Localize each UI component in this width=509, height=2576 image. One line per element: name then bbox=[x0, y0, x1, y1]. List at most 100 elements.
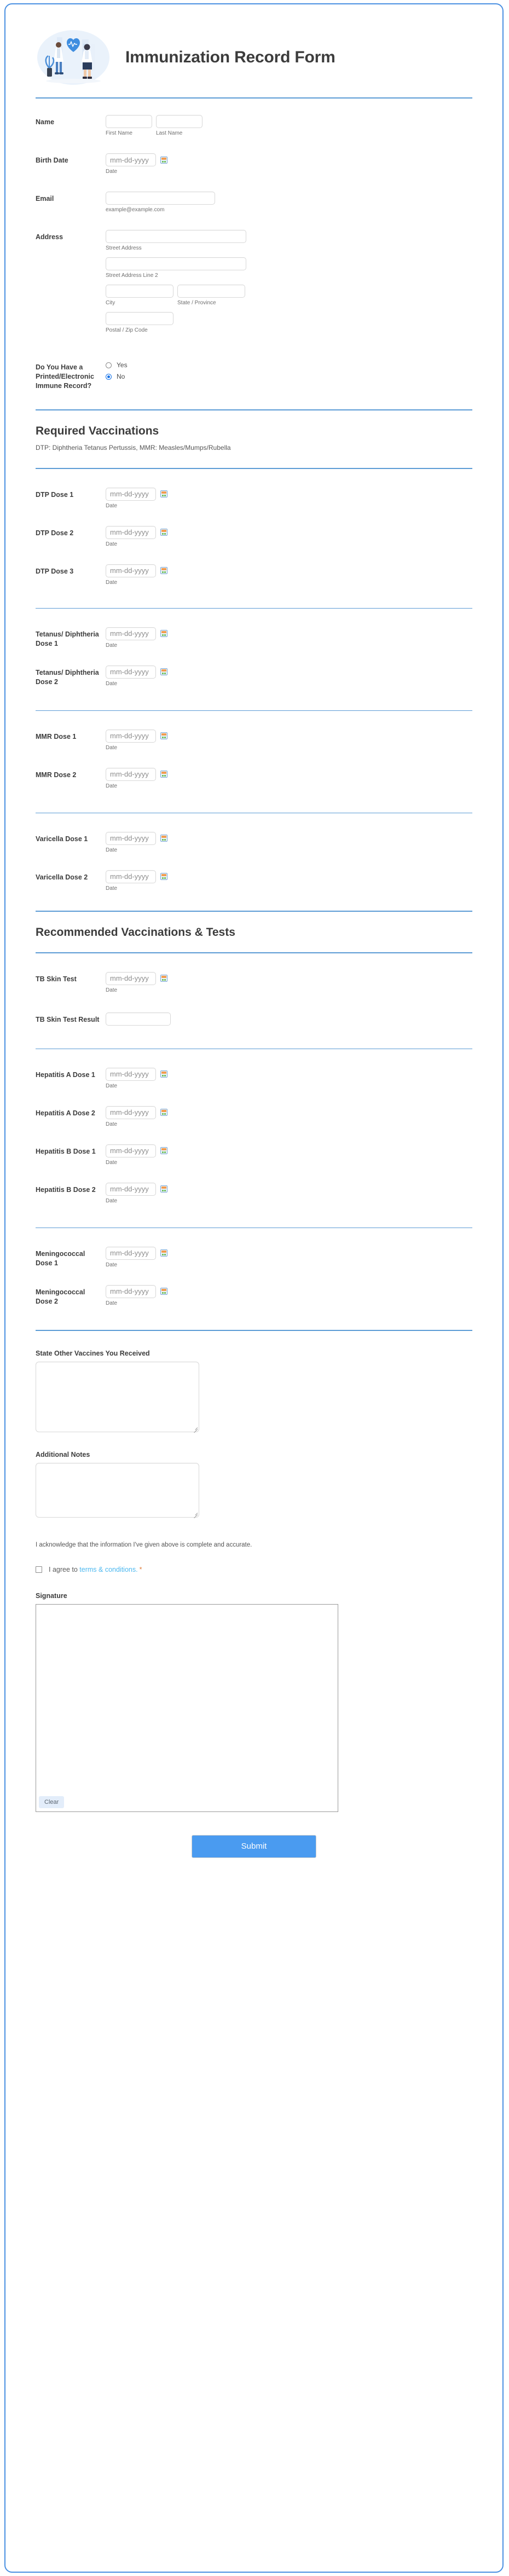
varicella-dose-2-wrap bbox=[106, 870, 502, 883]
label-birth-date: Birth Date bbox=[36, 157, 68, 164]
td-dose-1-input[interactable] bbox=[106, 627, 156, 640]
calendar-icon[interactable] bbox=[160, 668, 167, 676]
field-row-hep-a-dose-1: Hepatitis A Dose 1 Date bbox=[5, 1067, 502, 1090]
dtp-dose-2-input[interactable] bbox=[106, 525, 156, 539]
first-name-input[interactable] bbox=[106, 115, 152, 128]
calendar-icon[interactable] bbox=[160, 156, 167, 164]
radio-option-yes[interactable]: Yes bbox=[106, 361, 502, 369]
birth-date-input[interactable] bbox=[106, 153, 156, 166]
calendar-icon[interactable] bbox=[160, 1070, 167, 1078]
label-meningococcal-dose-1: Meningococcal Dose 1 bbox=[36, 1249, 85, 1267]
field-row-dtp-dose-2: DTP Dose 2 Date bbox=[5, 525, 502, 548]
radio-no-dot[interactable] bbox=[106, 373, 112, 380]
last-name-input[interactable] bbox=[156, 115, 203, 128]
field-row-dtp-dose-1: DTP Dose 1 Date bbox=[5, 487, 502, 510]
field-row-name: Name First Name Last Name bbox=[5, 115, 502, 137]
meningococcal-dose-2-group: Date bbox=[106, 1284, 502, 1307]
label-mmr-dose-2: MMR Dose 2 bbox=[36, 771, 77, 779]
city-group: City bbox=[106, 285, 173, 306]
submit-button[interactable]: Submit bbox=[192, 1834, 316, 1858]
field-row-hep-a-dose-2: Hepatitis A Dose 2 Date bbox=[5, 1105, 502, 1128]
address-group: Street Address Street Address Line 2 Cit… bbox=[106, 230, 502, 339]
signature-pad[interactable]: Clear bbox=[36, 1604, 338, 1812]
terms-checkbox[interactable] bbox=[36, 1566, 42, 1573]
radio-option-no[interactable]: No bbox=[106, 373, 502, 380]
hep-b-dose-2-input[interactable] bbox=[106, 1182, 156, 1196]
last-name-sublabel: Last Name bbox=[156, 130, 183, 136]
dtp-dose-1-input[interactable] bbox=[106, 487, 156, 501]
meningococcal-dose-2-wrap bbox=[106, 1284, 502, 1298]
terms-and-conditions-link[interactable]: terms & conditions. bbox=[79, 1566, 137, 1573]
tb-result-input[interactable] bbox=[106, 1012, 171, 1026]
street-address-2-input[interactable] bbox=[106, 257, 246, 270]
calendar-icon[interactable] bbox=[160, 529, 167, 536]
label-varicella-dose-2: Varicella Dose 2 bbox=[36, 873, 88, 881]
state-input[interactable] bbox=[177, 285, 245, 298]
required-asterisk: * bbox=[139, 1565, 142, 1573]
calendar-icon[interactable] bbox=[160, 975, 167, 982]
label-hep-b-dose-2: Hepatitis B Dose 2 bbox=[36, 1185, 96, 1194]
calendar-icon[interactable] bbox=[160, 1109, 167, 1116]
calendar-icon[interactable] bbox=[160, 771, 167, 778]
td-dose-2-wrap bbox=[106, 665, 502, 679]
calendar-icon[interactable] bbox=[160, 630, 167, 638]
hep-a-dose-1-input[interactable] bbox=[106, 1067, 156, 1081]
calendar-icon[interactable] bbox=[160, 567, 167, 575]
mmr-dose-1-wrap bbox=[106, 729, 502, 743]
hep-a-dose-2-input[interactable] bbox=[106, 1105, 156, 1119]
page-background: Immunization Record Form Name First Name… bbox=[0, 0, 509, 2576]
radio-yes-dot[interactable] bbox=[106, 362, 112, 368]
clear-signature-button[interactable]: Clear bbox=[39, 1796, 65, 1808]
zip-input[interactable] bbox=[106, 312, 173, 325]
dtp-dose-1-sublabel: Date bbox=[106, 502, 118, 509]
mmr-dose-2-input[interactable] bbox=[106, 767, 156, 781]
recommended-section-bottom-rule bbox=[36, 952, 472, 953]
tb-skin-test-input[interactable] bbox=[106, 971, 156, 985]
varicella-dose-1-input[interactable] bbox=[106, 831, 156, 845]
dtp-dose-3-input[interactable] bbox=[106, 564, 156, 577]
calendar-icon[interactable] bbox=[160, 1288, 167, 1295]
hep-b-dose-1-input[interactable] bbox=[106, 1144, 156, 1157]
calendar-icon[interactable] bbox=[160, 732, 167, 740]
label-hep-a-dose-1: Hepatitis A Dose 1 bbox=[36, 1070, 95, 1079]
calendar-icon[interactable] bbox=[160, 835, 167, 842]
calendar-icon[interactable] bbox=[160, 1249, 167, 1257]
calendar-icon[interactable] bbox=[160, 873, 167, 881]
mmr-dose-2-sublabel: Date bbox=[106, 783, 118, 789]
label-name: Name bbox=[36, 118, 55, 126]
birth-date-group: Date bbox=[106, 153, 502, 175]
varicella-dose-2-group: Date bbox=[106, 870, 502, 892]
dtp-dose-1-wrap bbox=[106, 487, 502, 501]
varicella-dose-1-wrap bbox=[106, 831, 502, 845]
additional-notes-textarea[interactable] bbox=[36, 1462, 199, 1518]
email-group: example@example.com bbox=[106, 192, 502, 213]
other-vaccines-textarea[interactable] bbox=[36, 1361, 199, 1432]
meningococcal-dose-1-group: Date bbox=[106, 1246, 502, 1269]
mmr-dose-2-wrap bbox=[106, 767, 502, 781]
varicella-dose-2-input[interactable] bbox=[106, 870, 156, 883]
calendar-icon[interactable] bbox=[160, 1147, 167, 1155]
city-state-row: City State / Province bbox=[106, 285, 502, 306]
recommended-vaccinations-section: Recommended Vaccinations & Tests bbox=[5, 910, 502, 939]
meningococcal-dose-2-input[interactable] bbox=[106, 1284, 156, 1298]
required-section-bottom-rule bbox=[36, 467, 472, 469]
field-row-tb-result: TB Skin Test Result bbox=[5, 1012, 502, 1026]
hep-b-dose-2-sublabel: Date bbox=[106, 1197, 118, 1204]
calendar-icon[interactable] bbox=[160, 1185, 167, 1193]
field-row-printed-record: Do You Have a Printed/Electronic Immune … bbox=[5, 360, 502, 391]
td-dose-2-input[interactable] bbox=[106, 665, 156, 679]
city-input[interactable] bbox=[106, 285, 173, 298]
terms-label: I agree to terms & conditions. * bbox=[49, 1566, 142, 1573]
label-additional-notes: Additional Notes bbox=[36, 1450, 90, 1458]
mmr-dose-1-input[interactable] bbox=[106, 729, 156, 743]
calendar-icon[interactable] bbox=[160, 490, 167, 498]
meningococcal-dose-1-input[interactable] bbox=[106, 1246, 156, 1260]
email-input[interactable] bbox=[106, 192, 215, 205]
last-name-group: Last Name bbox=[156, 115, 203, 137]
dtp-dose-3-sublabel: Date bbox=[106, 579, 118, 586]
varicella-dose-2-sublabel: Date bbox=[106, 885, 118, 892]
hep-a-dose-2-wrap bbox=[106, 1105, 502, 1119]
label-tb-result: TB Skin Test Result bbox=[36, 1015, 100, 1023]
street-address-input[interactable] bbox=[106, 230, 246, 243]
dtp-dose-2-wrap bbox=[106, 525, 502, 539]
